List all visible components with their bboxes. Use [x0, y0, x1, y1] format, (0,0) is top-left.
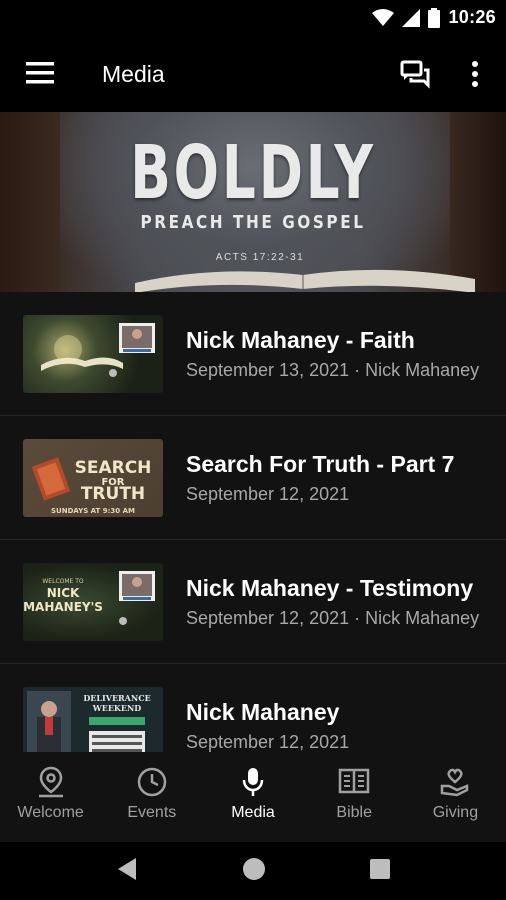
thumb-text-mahaney: MAHANEY'S [23, 600, 103, 614]
menu-button[interactable] [26, 62, 54, 84]
hero-scripture-reference: ACTS 17:22-31 [215, 252, 305, 263]
nav-item-media[interactable]: Media [202, 752, 303, 842]
list-item[interactable]: Nick Mahaney - Faith September 13, 2021 … [0, 292, 506, 416]
status-time: 10:26 [448, 7, 496, 27]
media-thumbnail [23, 315, 163, 393]
nav-item-events[interactable]: Events [101, 752, 202, 842]
media-subtitle: September 12, 2021 · Nick Mahaney [186, 608, 480, 628]
wifi-icon [372, 8, 395, 26]
more-vert-icon [472, 61, 478, 87]
media-subtitle: September 13, 2021 · Nick Mahaney [186, 360, 480, 380]
app-bar: Media [0, 37, 506, 112]
media-title: Search For Truth - Part 7 [186, 451, 455, 477]
media-title: Nick Mahaney [186, 699, 340, 725]
battery-icon [428, 7, 441, 28]
search-for-truth-thumbnail-art: SEARCH FOR TRUTH SUNDAYS AT 9:30 AM [31, 457, 152, 515]
hero-banner[interactable]: BOLDLY PREACH THE GOSPEL ACTS 17:22-31 [0, 112, 506, 292]
chat-icon [400, 60, 430, 89]
nav-label-bible: Bible [336, 804, 372, 821]
more-options-button[interactable] [466, 59, 484, 89]
status-icons: 10:26 [372, 7, 496, 28]
page-title: Media [102, 61, 165, 87]
chat-button[interactable] [400, 59, 432, 89]
bottom-navigation: Welcome Events Media Bible Giving [0, 752, 506, 842]
thumb-text-welcome: WELCOME TO [42, 578, 84, 585]
media-thumbnail: SEARCH FOR TRUTH SUNDAYS AT 9:30 AM [23, 439, 163, 517]
cellular-signal-icon [402, 8, 421, 27]
nav-item-giving[interactable]: Giving [405, 752, 506, 842]
media-subtitle: September 12, 2021 [186, 732, 350, 752]
clock-icon [137, 767, 167, 797]
list-item[interactable]: WELCOME TO NICK MAHANEY'S Nick Mahaney -… [0, 540, 506, 664]
hero-title: BOLDLY [130, 130, 376, 216]
deliverance-thumbnail-art: DELIVERANCE WEEKEND [27, 691, 151, 752]
media-subtitle: September 12, 2021 [186, 484, 350, 504]
thumb-text-footer: SUNDAYS AT 9:30 AM [51, 507, 135, 515]
back-triangle-icon[interactable] [116, 856, 138, 882]
list-item[interactable]: DELIVERANCE WEEKEND Nick Mahaney Septemb… [0, 664, 506, 752]
testimony-thumbnail-art: WELCOME TO NICK MAHANEY'S [23, 571, 155, 625]
system-navigation-bar [0, 842, 506, 900]
thumb-text-search: SEARCH [75, 458, 152, 478]
heart-hand-icon [441, 768, 469, 797]
thumb-text-nick: NICK [47, 586, 80, 600]
media-list: Nick Mahaney - Faith September 13, 2021 … [0, 292, 506, 752]
nav-label-media: Media [231, 804, 275, 821]
faith-thumbnail-art [41, 323, 155, 377]
nav-item-bible[interactable]: Bible [304, 752, 405, 842]
hero-subtitle: PREACH THE GOSPEL [140, 212, 366, 233]
microphone-icon [242, 768, 264, 796]
nav-label-events: Events [127, 804, 177, 821]
location-pin-icon [38, 766, 63, 798]
nav-label-welcome: Welcome [17, 804, 84, 821]
nav-item-welcome[interactable]: Welcome [0, 752, 101, 842]
media-thumbnail: DELIVERANCE WEEKEND [23, 687, 163, 752]
thumb-text-truth: TRUTH [81, 484, 145, 504]
thumb-text-weekend: WEEKEND [92, 703, 142, 713]
nav-label-giving: Giving [432, 804, 479, 821]
media-thumbnail: WELCOME TO NICK MAHANEY'S [23, 563, 163, 641]
status-bar: 10:26 [0, 0, 506, 37]
hamburger-menu-icon [26, 62, 54, 84]
media-title: Nick Mahaney - Faith [186, 327, 415, 353]
home-circle-icon[interactable] [242, 856, 266, 882]
list-item[interactable]: SEARCH FOR TRUTH SUNDAYS AT 9:30 AM Sear… [0, 416, 506, 540]
thumb-text-deliverance: DELIVERANCE [83, 693, 150, 703]
book-icon [338, 768, 370, 794]
recents-square-icon[interactable] [369, 856, 391, 882]
media-title: Nick Mahaney - Testimony [186, 575, 474, 601]
